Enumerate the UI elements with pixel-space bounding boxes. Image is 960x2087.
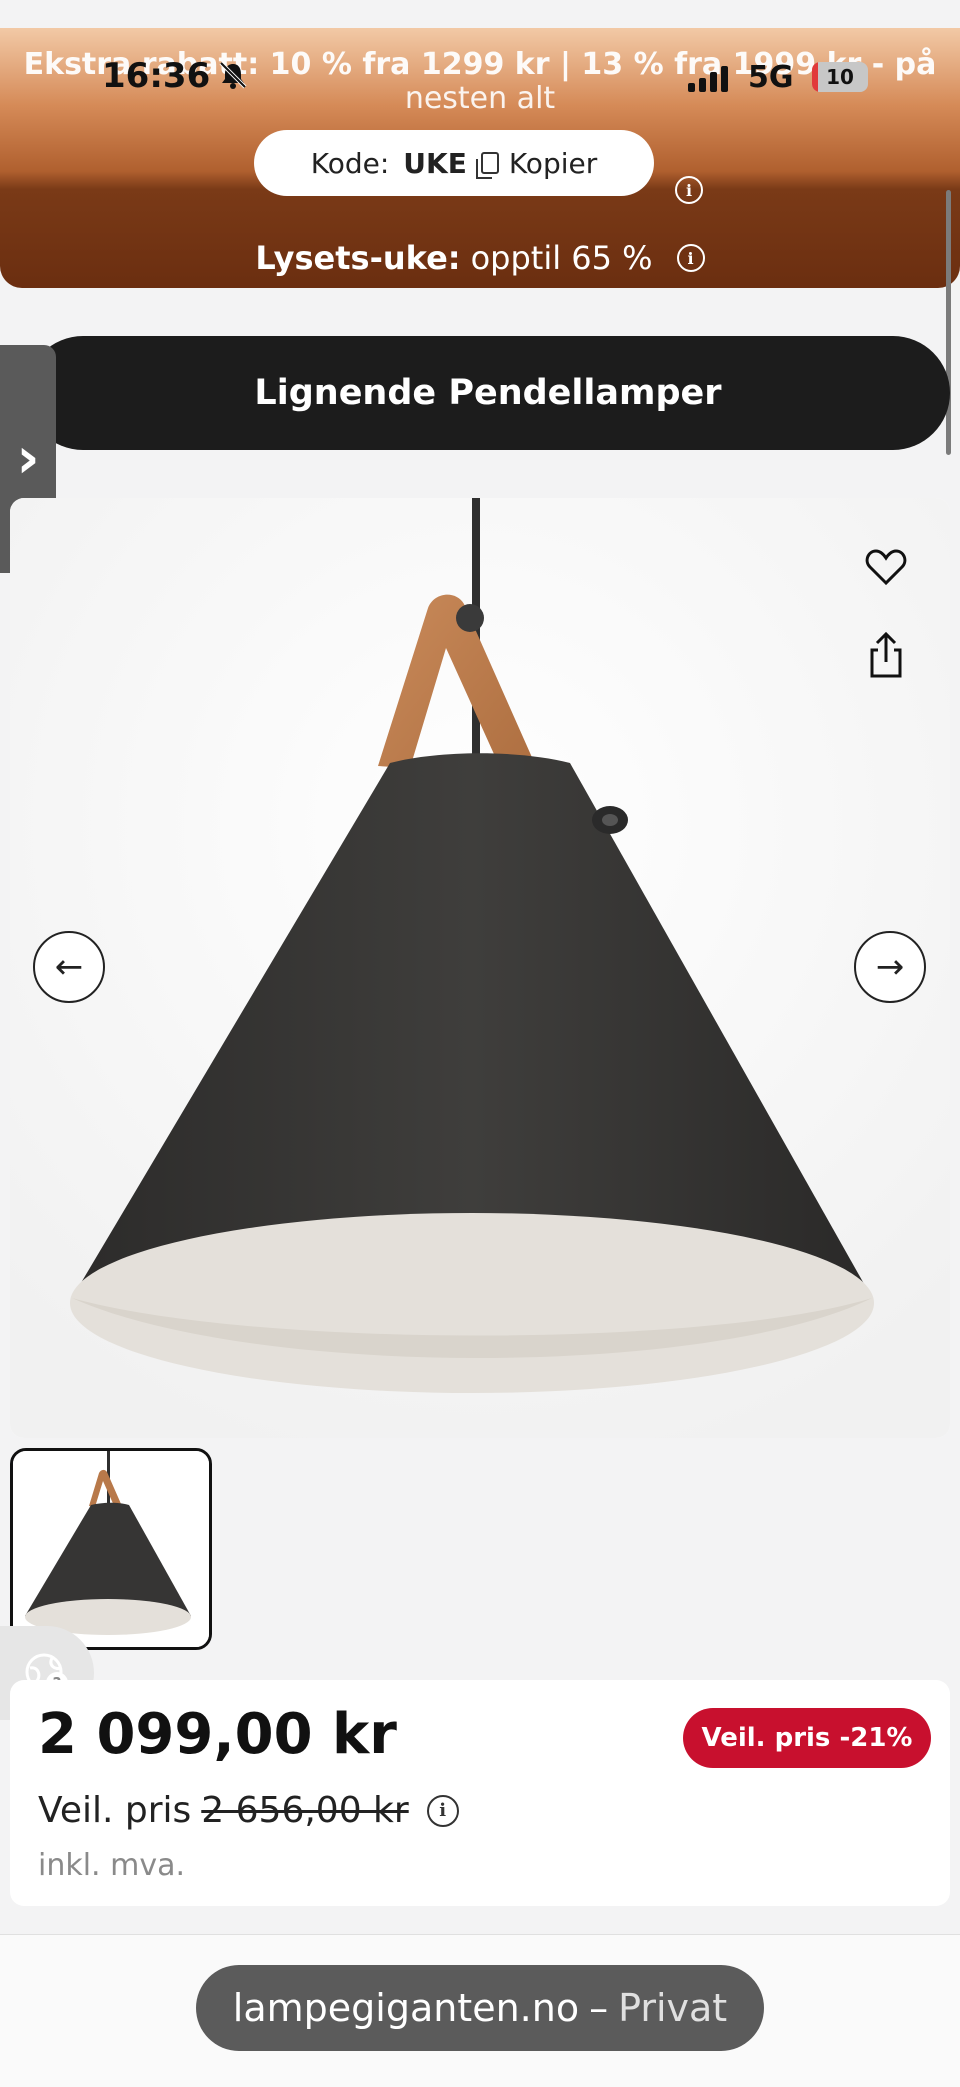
thumbnail-image[interactable] (10, 1448, 212, 1650)
rrp-value: 2 656,00 kr (201, 1790, 409, 1831)
code-label: Kode: (310, 146, 390, 180)
promo-banner: Ekstra rabatt: 10 % fra 1299 kr | 13 % f… (0, 28, 960, 288)
info-icon[interactable]: i (426, 1794, 459, 1827)
next-image-button[interactable]: → (854, 931, 926, 1003)
discount-badge: Veil. pris -21% (683, 1708, 931, 1768)
previous-image-button[interactable]: ← (33, 931, 105, 1003)
address-domain: lampegiganten.no (232, 1986, 580, 2030)
private-mode-label: Privat (618, 1986, 728, 2030)
info-icon[interactable]: i (676, 244, 705, 272)
discount-code-pill[interactable]: Kode: UKE Kopier (254, 130, 654, 196)
week-promo-title: Lysets-uke: (255, 239, 461, 277)
scrollbar[interactable] (946, 190, 951, 455)
browser-bottom-bar: lampegiganten.no – Privat (0, 1934, 960, 2087)
chevron-right-icon: › (16, 426, 40, 491)
similar-pendants-button[interactable]: Lignende Pendellamper (26, 336, 950, 450)
share-icon[interactable] (868, 630, 904, 680)
copy-button-label[interactable]: Kopier (509, 147, 597, 180)
arrow-left-icon: ← (54, 947, 84, 987)
address-separator: – (589, 1986, 609, 2030)
current-price: 2 099,00 kr (38, 1702, 397, 1767)
info-icon[interactable]: i (675, 176, 703, 204)
product-image-gallery[interactable] (10, 498, 950, 1438)
page: Ekstra rabatt: 10 % fra 1299 kr | 13 % f… (0, 0, 960, 2087)
arrow-right-icon: → (875, 947, 905, 987)
week-promo[interactable]: Lysets-uke: opptil 65 % i (0, 228, 960, 288)
copy-icon (475, 152, 499, 179)
thumbnail-picture (13, 1451, 209, 1647)
week-promo-text: opptil 65 % (470, 239, 653, 277)
vat-note: inkl. mva. (38, 1848, 186, 1883)
promo-headline: Ekstra rabatt: 10 % fra 1299 kr | 13 % f… (23, 47, 937, 82)
recommended-price: Veil. pris 2 656,00 kr i (38, 1790, 459, 1831)
price-card: 2 099,00 kr Veil. pris -21% Veil. pris 2… (10, 1680, 950, 1906)
address-bar[interactable]: lampegiganten.no – Privat (196, 1965, 764, 2051)
rrp-label: Veil. pris (38, 1790, 192, 1831)
promo-headline-cont: nesten alt (404, 81, 556, 116)
product-image (10, 498, 950, 1438)
code-value: UKE (403, 146, 467, 180)
heart-icon[interactable] (864, 545, 908, 589)
